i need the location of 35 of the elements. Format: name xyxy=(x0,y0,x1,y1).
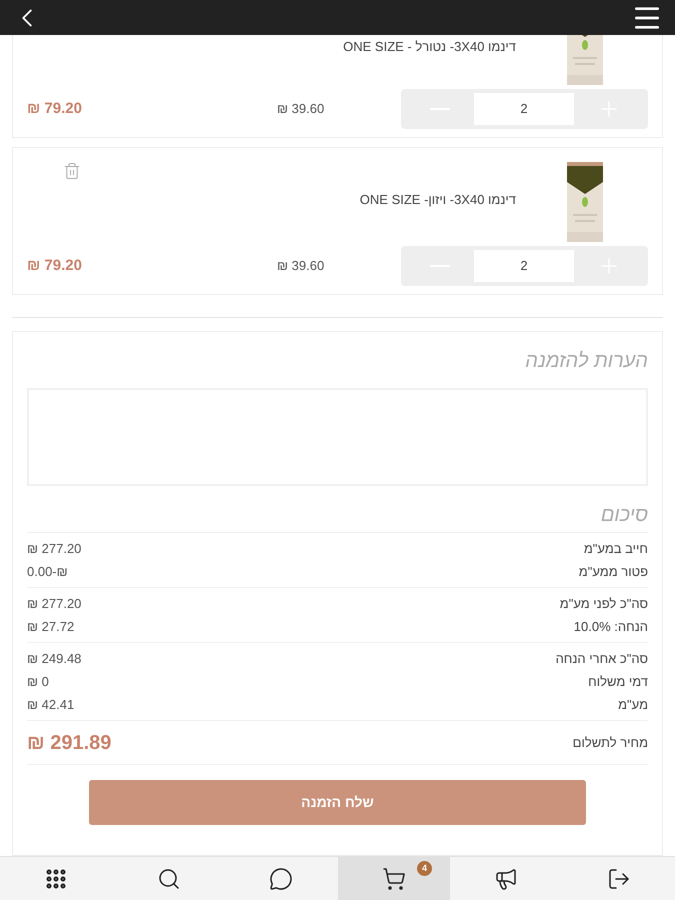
search-icon xyxy=(156,866,181,890)
cart-count-badge: 4 xyxy=(417,861,432,876)
summary-label: חייב במע"מ xyxy=(584,540,648,558)
product-name: דינמו 3X40- נטורל - ONE SIZE xyxy=(343,38,516,56)
cart-icon xyxy=(382,866,406,890)
line-total: ₪ 79.20 xyxy=(27,256,83,276)
summary-value: ₪ 42.41 xyxy=(27,696,74,714)
notes-title: הערות להזמנה xyxy=(524,349,648,374)
quantity-field[interactable]: 2 xyxy=(474,93,574,125)
summary-label: סה"כ לפני מע"מ xyxy=(560,594,648,613)
summary-value: 0.00-₪ xyxy=(27,562,68,581)
summary-label: דמי משלוח xyxy=(588,672,648,691)
total-label: מחיר לתשלום xyxy=(572,734,648,752)
summary-value: ₪ 249.48 xyxy=(27,650,82,668)
logout-icon xyxy=(606,866,631,890)
trash-icon[interactable] xyxy=(63,162,81,180)
product-name: דינמו 3X40- ויזון- ONE SIZE xyxy=(360,191,516,209)
total-value: ₪ 291.89 xyxy=(27,730,112,756)
summary-value: ₪ 277.20 xyxy=(27,594,82,613)
unit-price: ₪ 39.60 xyxy=(277,100,326,118)
summary-value: ₪ 277.20 xyxy=(27,540,82,558)
unit-price: ₪ 39.60 xyxy=(277,257,326,276)
summary-label: הנחה: 10.0% xyxy=(574,618,648,636)
summary-title: סיכום xyxy=(27,500,648,533)
megaphone-icon xyxy=(494,866,518,890)
summary-value: ₪ 27.72 xyxy=(27,618,74,636)
chat-bubble-icon xyxy=(269,866,294,890)
line-total: ₪ 79.20 xyxy=(27,98,83,119)
summary-value: ₪ 0 xyxy=(27,672,49,691)
quantity-field[interactable]: 2 xyxy=(474,250,574,282)
summary-label: סה"כ אחרי הנחה xyxy=(556,650,648,668)
nav-tab[interactable]: 4 xyxy=(338,857,450,900)
summary-label: פטור ממע"מ xyxy=(578,562,648,581)
grid-icon xyxy=(44,866,68,890)
summary-label: מע"מ xyxy=(618,696,648,714)
